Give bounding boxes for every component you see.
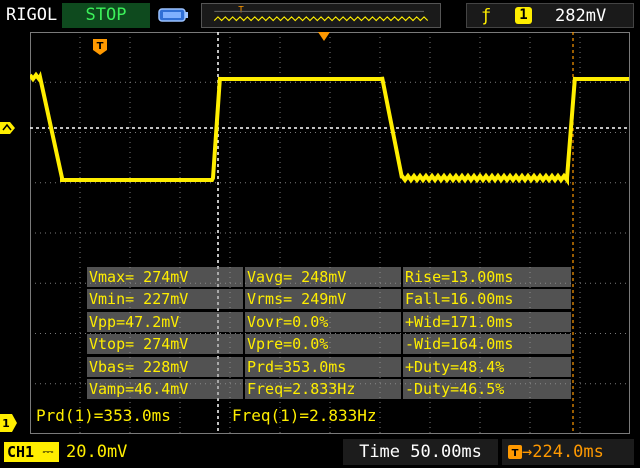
measurement-cell: Vmin= 227mV bbox=[87, 289, 243, 309]
measurement-cell: Vtop= 274mV bbox=[87, 334, 243, 354]
trigger-level: 282mV bbox=[555, 6, 607, 26]
measurement-cell: +Wid=171.0ms bbox=[403, 312, 571, 332]
period-readout: Prd(1)=353.0ms bbox=[36, 406, 171, 425]
channel-label[interactable]: CH1 bbox=[4, 442, 38, 462]
measurement-cell: Prd=353.0ms bbox=[245, 357, 401, 377]
trigger-offset[interactable]: T →224.0ms bbox=[502, 439, 634, 465]
timebase[interactable]: Time 50.00ms bbox=[343, 439, 498, 465]
measurement-cell: -Duty=46.5% bbox=[403, 379, 571, 399]
bottom-status-bar: CH1 ⎓ 20.0mV Time 50.00ms T →224.0ms bbox=[0, 436, 640, 468]
ch1-offset-marker-icon: 1 bbox=[0, 414, 17, 432]
svg-text:T: T bbox=[97, 41, 104, 52]
trigger-position-icon: T bbox=[93, 39, 107, 55]
brand-label: RIGOL bbox=[6, 5, 58, 25]
rising-edge-icon: ƒ bbox=[481, 6, 492, 26]
measurement-cell: Vpp=47.2mV bbox=[87, 312, 243, 332]
svg-text:T: T bbox=[238, 4, 244, 15]
run-stop-status[interactable]: STOP bbox=[62, 3, 150, 28]
measurement-cell: Freq=2.833Hz bbox=[245, 379, 401, 399]
measurement-cell: Vovr=0.0% bbox=[245, 312, 401, 332]
measurement-cell: -Wid=164.0ms bbox=[403, 334, 571, 354]
svg-text:1: 1 bbox=[2, 417, 10, 430]
measurement-cell: Vavg= 248mV bbox=[245, 267, 401, 287]
trigger-channel-badge: 1 bbox=[515, 7, 532, 24]
measurement-cell: Rise=13.00ms bbox=[403, 267, 571, 287]
top-status-bar: RIGOL STOP T ƒ 1 282mV bbox=[0, 0, 640, 32]
vertical-scale[interactable]: 20.0mV bbox=[66, 442, 127, 462]
trigger-level-marker-icon bbox=[0, 122, 15, 134]
trigger-info[interactable]: ƒ 1 282mV bbox=[466, 3, 634, 28]
measurement-cell: Vbas= 228mV bbox=[87, 357, 243, 377]
frequency-readout: Freq(1)=2.833Hz bbox=[232, 406, 377, 425]
dc-coupling-icon: ⎓ bbox=[37, 442, 59, 462]
measurement-cell: Vmax= 274mV bbox=[87, 267, 243, 287]
trigger-offset-value: →224.0ms bbox=[522, 442, 604, 462]
memory-depth-icon bbox=[158, 8, 188, 22]
measurement-row: Vmax= 274mV Vavg= 248mV Rise=13.00ms bbox=[87, 267, 571, 287]
measurement-row: Vpp=47.2mV Vovr=0.0% +Wid=171.0ms bbox=[87, 312, 571, 332]
measurement-cell: Vpre=0.0% bbox=[245, 334, 401, 354]
trigger-offset-icon: T bbox=[508, 445, 522, 459]
measurement-cell: Vrms= 249mV bbox=[245, 289, 401, 309]
waveform-overview[interactable]: T bbox=[201, 3, 441, 28]
measurement-cell: Vamp=46.4mV bbox=[87, 379, 243, 399]
measurement-table: Vmax= 274mV Vavg= 248mV Rise=13.00ms Vmi… bbox=[87, 267, 571, 401]
measurement-row: Vtop= 274mV Vpre=0.0% -Wid=164.0ms bbox=[87, 334, 571, 354]
measurement-row: Vmin= 227mV Vrms= 249mV Fall=16.00ms bbox=[87, 289, 571, 309]
measurement-row: Vbas= 228mV Prd=353.0ms +Duty=48.4% bbox=[87, 357, 571, 377]
measurement-cell: Fall=16.00ms bbox=[403, 289, 571, 309]
horizontal-center-icon bbox=[318, 32, 330, 41]
svg-text:T: T bbox=[512, 448, 519, 459]
measurement-row: Vamp=46.4mV Freq=2.833Hz -Duty=46.5% bbox=[87, 379, 571, 399]
measurement-cell: +Duty=48.4% bbox=[403, 357, 571, 377]
